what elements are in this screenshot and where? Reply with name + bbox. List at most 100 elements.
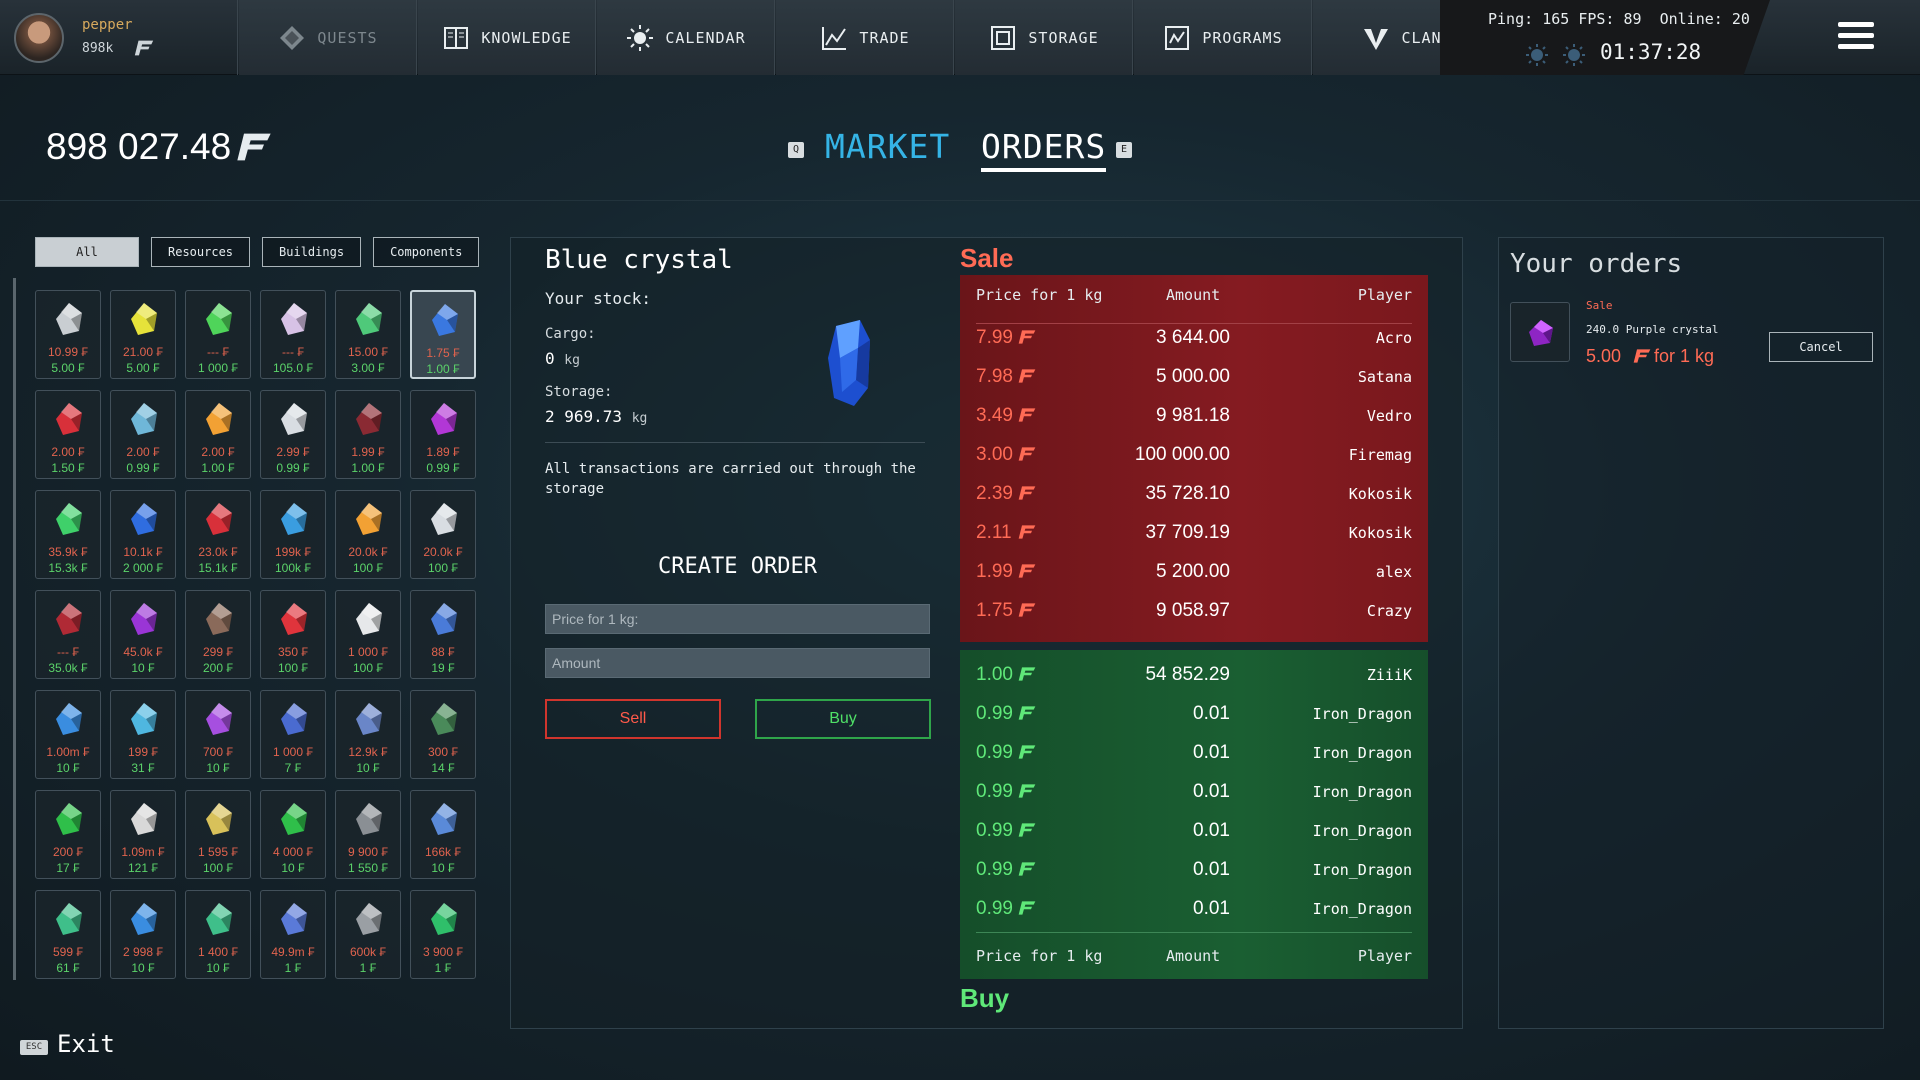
inventory-item[interactable]: 1.75 ₣ 1.00 ₣	[410, 290, 476, 379]
inventory-item[interactable]: 1.00m ₣ 10 ₣	[35, 690, 101, 779]
currency-glyph: ₣	[149, 461, 160, 475]
filter-all[interactable]: All	[35, 237, 139, 267]
nav-tab-trade[interactable]: TRADE	[776, 0, 954, 75]
inventory-item[interactable]: 3 900 ₣ 1 ₣	[410, 890, 476, 979]
inventory-item[interactable]: 2 998 ₣ 10 ₣	[110, 890, 176, 979]
sale-order-row[interactable]: 7.99 3 644.00 Acro	[960, 318, 1428, 357]
sale-order-row[interactable]: 1.99 5 200.00 alex	[960, 552, 1428, 591]
inventory-item[interactable]: 20.0k ₣ 100 ₣	[335, 490, 401, 579]
inventory-item[interactable]: 9 900 ₣ 1 550 ₣	[335, 790, 401, 879]
inventory-item[interactable]: 20.0k ₣ 100 ₣	[410, 490, 476, 579]
avatar[interactable]	[14, 13, 64, 63]
buy-order-row[interactable]: 0.99 0.01 Iron_Dragon	[960, 733, 1428, 772]
violet-orb-icon	[131, 603, 157, 635]
price-text: 1.00m	[46, 745, 80, 759]
price-input[interactable]	[545, 604, 930, 634]
sale-order-row[interactable]: 2.11 37 709.19 Kokosik	[960, 513, 1428, 552]
inventory-item[interactable]: 1.09m ₣ 121 ₣	[110, 790, 176, 879]
inventory-item[interactable]: 10.99 ₣ 5.00 ₣	[35, 290, 101, 379]
inventory-item[interactable]: 1.99 ₣ 1.00 ₣	[335, 390, 401, 479]
nav-tab-knowledge[interactable]: KNOWLEDGE	[418, 0, 596, 75]
key-hint-esc: ESC	[20, 1040, 48, 1055]
item-base-price: 10 ₣	[186, 761, 250, 775]
tab-market[interactable]: MARKET	[825, 127, 950, 166]
inventory-item[interactable]: 1 400 ₣ 10 ₣	[185, 890, 251, 979]
currency-glyph: ₣	[149, 361, 160, 375]
inventory-item[interactable]: 12.9k ₣ 10 ₣	[335, 690, 401, 779]
inventory-item[interactable]: 35.9k ₣ 15.3k ₣	[35, 490, 101, 579]
player-profile[interactable]: pepper 898k	[0, 0, 238, 75]
inventory-item[interactable]: 1 595 ₣ 100 ₣	[185, 790, 251, 879]
currency-glyph: ₣	[154, 845, 165, 859]
sale-order-row[interactable]: 2.39 35 728.10 Kokosik	[960, 474, 1428, 513]
inventory-item[interactable]: 21.00 ₣ 5.00 ₣	[110, 290, 176, 379]
inventory-item[interactable]: --- ₣ 105.0 ₣	[260, 290, 326, 379]
inventory-item[interactable]: 166k ₣ 10 ₣	[410, 790, 476, 879]
order-amount: 5 000.00	[1156, 366, 1230, 387]
order-player: Iron_Dragon	[1312, 861, 1412, 879]
buy-order-row[interactable]: 0.99 0.01 Iron_Dragon	[960, 889, 1428, 928]
exit-button[interactable]: Exit	[57, 1030, 115, 1058]
inventory-item[interactable]: 15.00 ₣ 3.00 ₣	[335, 290, 401, 379]
inventory-item[interactable]: 1 000 ₣ 100 ₣	[335, 590, 401, 679]
inventory-item[interactable]: 299 ₣ 200 ₣	[185, 590, 251, 679]
inventory-item[interactable]: 599 ₣ 61 ₣	[35, 890, 101, 979]
inventory-item[interactable]: --- ₣ 35.0k ₣	[35, 590, 101, 679]
buy-order-row[interactable]: 0.99 0.01 Iron_Dragon	[960, 850, 1428, 889]
inventory-item[interactable]: 45.0k ₣ 10 ₣	[110, 590, 176, 679]
sale-order-row[interactable]: 1.75 9 058.97 Crazy	[960, 591, 1428, 630]
inventory-item[interactable]: 23.0k ₣ 15.1k ₣	[185, 490, 251, 579]
buy-order-row[interactable]: 0.99 0.01 Iron_Dragon	[960, 694, 1428, 733]
sale-order-row[interactable]: 7.98 5 000.00 Satana	[960, 357, 1428, 396]
nav-tab-storage[interactable]: STORAGE	[955, 0, 1133, 75]
inventory-item[interactable]: 49.9m ₣ 1 ₣	[260, 890, 326, 979]
item-base-price: 2 000 ₣	[111, 561, 175, 575]
inventory-item[interactable]: 350 ₣ 100 ₣	[260, 590, 326, 679]
price-text: 200	[202, 661, 223, 675]
inventory-item[interactable]: 200 ₣ 17 ₣	[35, 790, 101, 879]
nav-tab-programs[interactable]: PROGRAMS	[1134, 0, 1312, 75]
inventory-item[interactable]: 10.1k ₣ 2 000 ₣	[110, 490, 176, 579]
tab-orders[interactable]: ORDERS	[981, 127, 1107, 172]
inventory-item[interactable]: 300 ₣ 14 ₣	[410, 690, 476, 779]
inventory-scrollbar[interactable]	[13, 278, 16, 980]
sale-order-row[interactable]: 3.49 9 981.18 Vedro	[960, 396, 1428, 435]
price-text: 10	[131, 661, 145, 675]
price-text: 121	[127, 861, 148, 875]
filter-resources[interactable]: Resources	[151, 237, 251, 267]
buy-order-row[interactable]: 1.00 54 852.29 ZiiiK	[960, 655, 1428, 694]
inventory-item[interactable]: 2.00 ₣ 1.00 ₣	[185, 390, 251, 479]
inventory-item[interactable]: 700 ₣ 10 ₣	[185, 690, 251, 779]
inventory-item[interactable]: 1.89 ₣ 0.99 ₣	[410, 390, 476, 479]
inventory-item[interactable]: 199 ₣ 31 ₣	[110, 690, 176, 779]
item-price: 1.99 ₣	[336, 445, 400, 459]
item-price: 9 900 ₣	[336, 845, 400, 859]
sale-order-row[interactable]: 3.00 100 000.00 Firemag	[960, 435, 1428, 474]
inventory-item[interactable]: 199k ₣ 100k ₣	[260, 490, 326, 579]
currency-glyph: ₣	[219, 761, 230, 775]
inventory-item[interactable]: 600k ₣ 1 ₣	[335, 890, 401, 979]
cancel-order-button[interactable]: Cancel	[1769, 332, 1873, 362]
price-text: 1.00	[201, 461, 225, 475]
buy-order-row[interactable]: 0.99 0.01 Iron_Dragon	[960, 811, 1428, 850]
inventory-item[interactable]: 2.00 ₣ 1.50 ₣	[35, 390, 101, 479]
amount-input[interactable]	[545, 648, 930, 678]
buy-button[interactable]: Buy	[755, 699, 931, 739]
filter-components[interactable]: Components	[373, 237, 480, 267]
nav-tab-calendar[interactable]: CALENDAR	[597, 0, 775, 75]
hamburger-menu-icon[interactable]	[1838, 22, 1874, 52]
inventory-item[interactable]: 4 000 ₣ 10 ₣	[260, 790, 326, 879]
filter-buildings[interactable]: Buildings	[262, 237, 362, 267]
inventory-item[interactable]: 1 000 ₣ 7 ₣	[260, 690, 326, 779]
buy-order-row[interactable]: 0.99 0.01 Iron_Dragon	[960, 772, 1428, 811]
inventory-item[interactable]: 2.00 ₣ 0.99 ₣	[110, 390, 176, 479]
currency-glyph: ₣	[77, 545, 88, 559]
inventory-item[interactable]: 88 ₣ 19 ₣	[410, 590, 476, 679]
item-price: 166k ₣	[411, 845, 475, 859]
order-player: Kokosik	[1348, 485, 1412, 503]
inventory-item[interactable]: 2.99 ₣ 0.99 ₣	[260, 390, 326, 479]
nav-tab-quests[interactable]: QUESTS	[239, 0, 417, 75]
sell-button[interactable]: Sell	[545, 699, 721, 739]
buy-heading: Buy	[960, 983, 1010, 1013]
inventory-item[interactable]: --- ₣ 1 000 ₣	[185, 290, 251, 379]
